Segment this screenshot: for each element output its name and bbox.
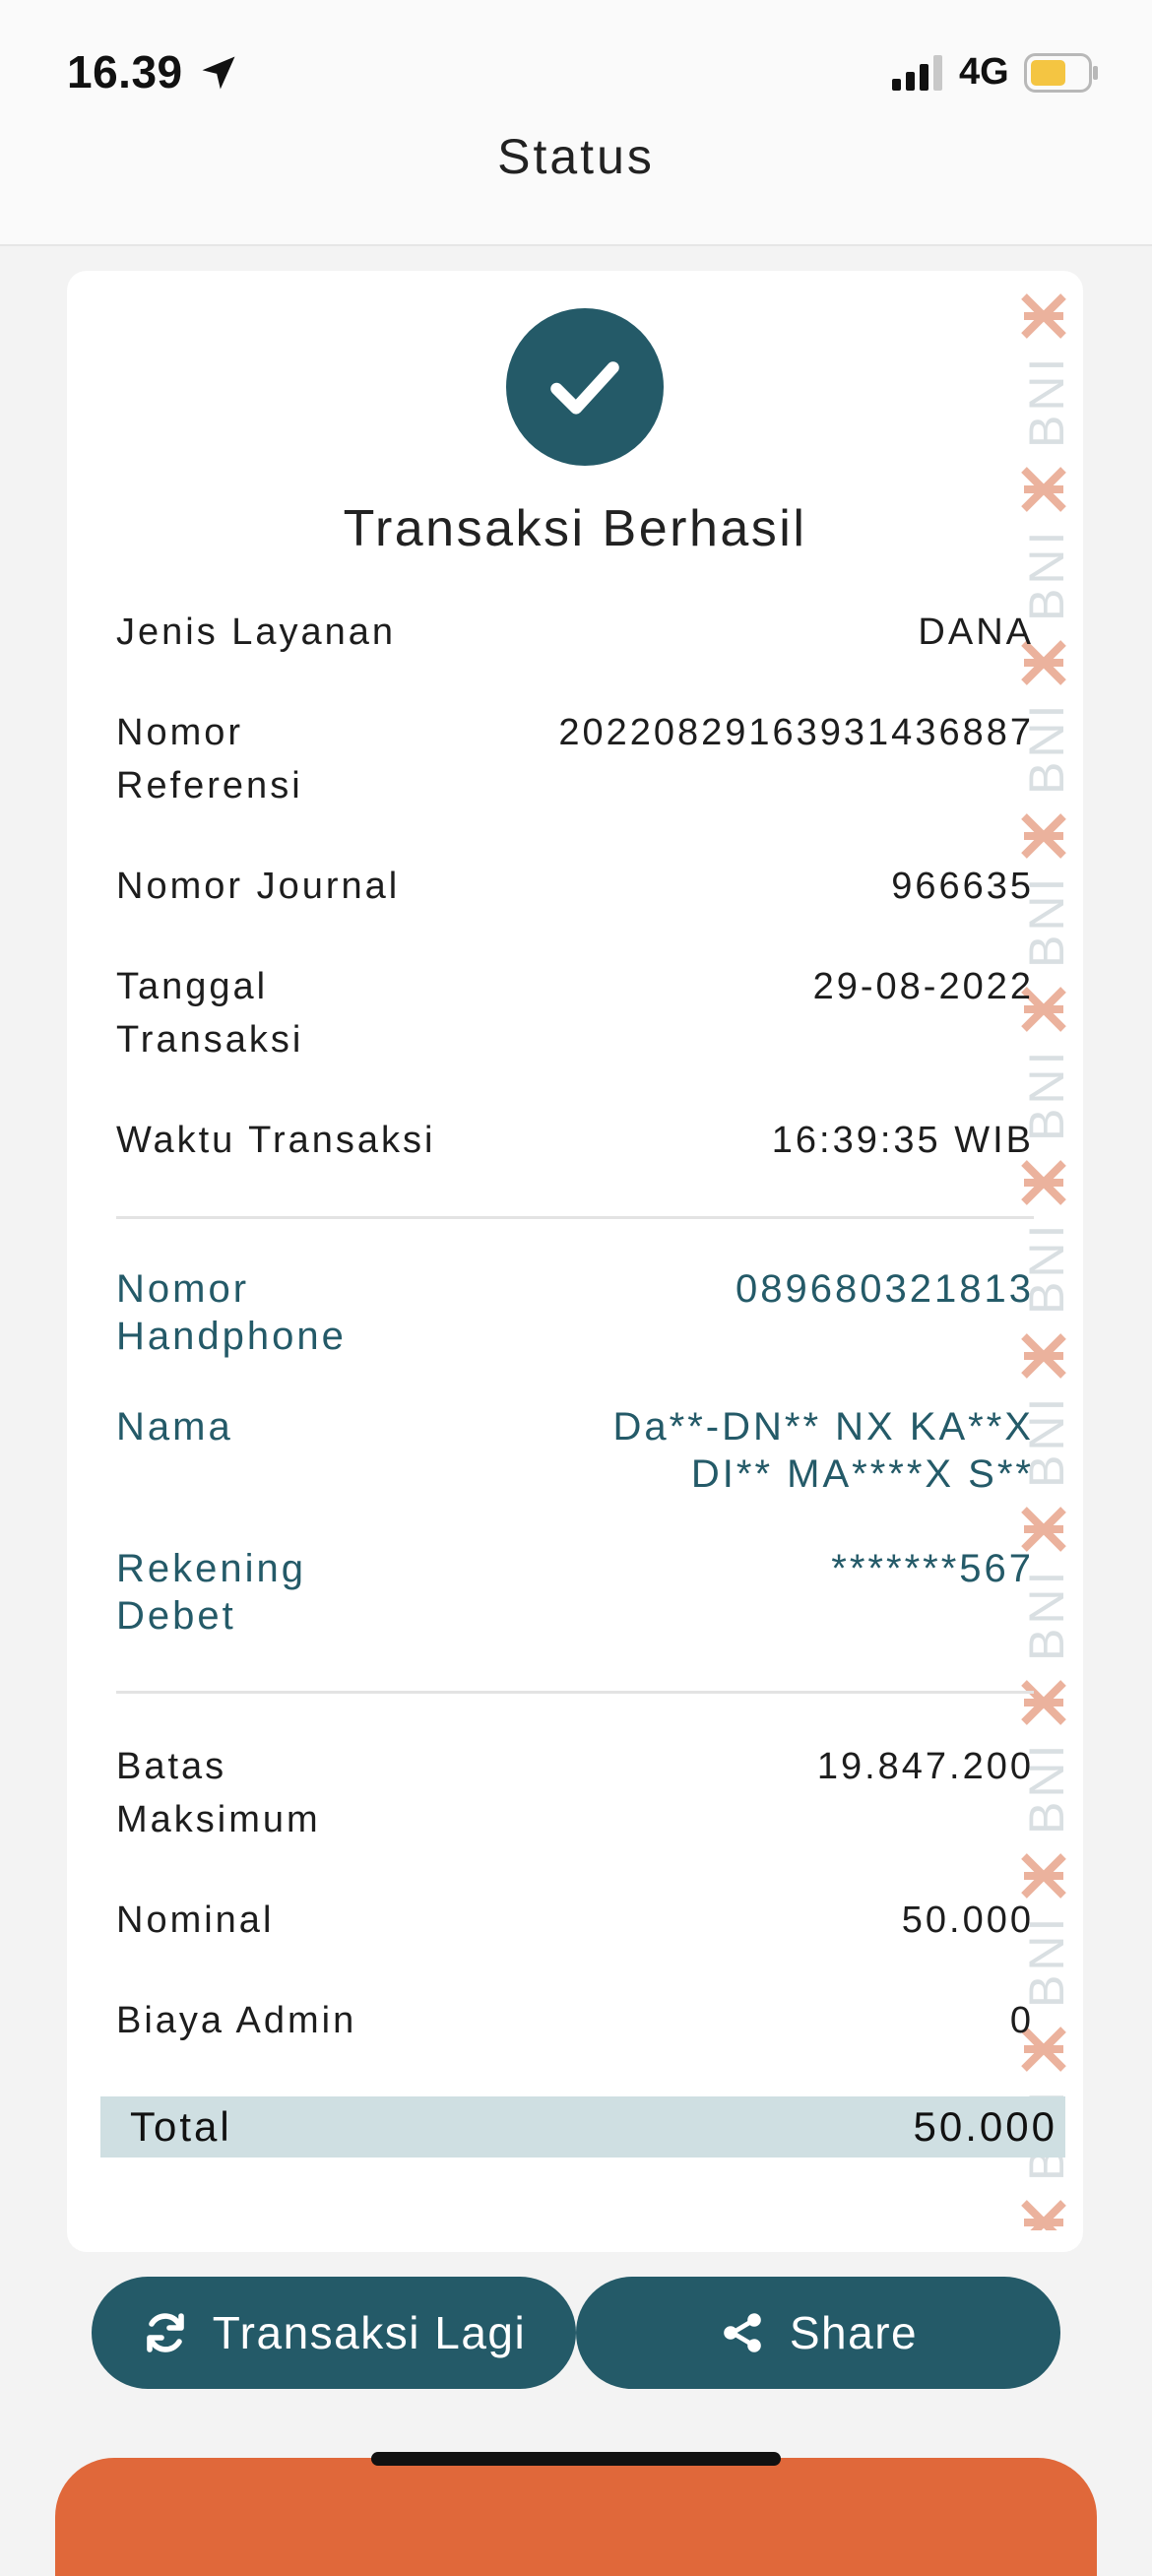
nav-bar: Status xyxy=(0,128,1152,246)
watermark-motif xyxy=(1021,1507,1066,1552)
divider xyxy=(116,1216,1034,1219)
detail-value: 16:39:35 WIB xyxy=(771,1120,1034,1161)
amount-row-admin-fee: Biaya Admin 0 xyxy=(116,1994,1034,2047)
watermark-text: BNI xyxy=(1019,354,1074,448)
customer-row-account: Rekening Debet *******567 xyxy=(116,1545,1034,1640)
detail-label: Nomor Journal xyxy=(116,866,401,907)
customer-value: *******567 xyxy=(831,1547,1034,1590)
divider xyxy=(116,1691,1034,1694)
status-bar: 16.39 4G xyxy=(0,0,1152,128)
total-row: Total 50.000 xyxy=(100,2096,1065,2157)
customer-row-name: Nama Da**-DN** NX KA**X DI** MA****X S** xyxy=(116,1403,1034,1498)
amount-value: 0 xyxy=(1009,2000,1034,2041)
customer-label: Rekening Debet xyxy=(116,1547,307,1638)
watermark-motif xyxy=(1021,1853,1066,1899)
cellular-signal-icon xyxy=(892,55,942,91)
bottom-action-bar[interactable] xyxy=(55,2458,1097,2576)
customer-value: Da**-DN** NX KA**X DI** MA****X S** xyxy=(612,1405,1034,1496)
detail-value: 20220829163931436887 xyxy=(558,712,1034,753)
transaction-again-button[interactable]: Transaksi Lagi xyxy=(92,2277,576,2389)
status-time: 16.39 xyxy=(67,46,183,97)
detail-value: DANA xyxy=(918,612,1034,653)
home-indicator xyxy=(371,2452,781,2466)
amount-value: 50.000 xyxy=(901,1900,1034,1941)
transaction-status-title: Transaksi Berhasil xyxy=(343,500,807,557)
detail-label: Tanggal Transaksi xyxy=(116,966,304,1061)
watermark-motif xyxy=(1021,1680,1066,1725)
amount-row-limit: Batas Maksimum 19.847.200 xyxy=(116,1740,1034,1846)
detail-row-reference: Nomor Referensi 20220829163931436887 xyxy=(116,706,1034,812)
share-icon xyxy=(719,2309,766,2356)
watermark-unit: BNI xyxy=(1021,2200,1066,2230)
customer-label: Nama xyxy=(116,1405,233,1449)
customer-row-phone: Nomor Handphone 089680321813 xyxy=(116,1265,1034,1360)
share-label: Share xyxy=(789,2307,919,2358)
amount-row-nominal: Nominal 50.000 xyxy=(116,1894,1034,1947)
detail-label: Jenis Layanan xyxy=(116,612,397,653)
page-title: Status xyxy=(497,129,655,184)
location-arrow-icon xyxy=(202,56,235,90)
watermark-motif xyxy=(1021,813,1066,859)
success-check-icon xyxy=(506,308,664,466)
refresh-icon xyxy=(142,2309,189,2356)
receipt-card: BNIBNIBNIBNIBNIBNIBNIBNIBNIBNIBNIBNI Tra… xyxy=(67,271,1083,2252)
watermark-motif xyxy=(1021,293,1066,339)
detail-value: 29-08-2022 xyxy=(812,966,1034,1007)
customer-value: 089680321813 xyxy=(736,1267,1034,1311)
share-button[interactable]: Share xyxy=(576,2277,1060,2389)
amount-label: Batas Maksimum xyxy=(116,1746,321,1840)
watermark-motif xyxy=(1021,1160,1066,1205)
amount-label: Biaya Admin xyxy=(116,2000,357,2041)
customer-label: Nomor Handphone xyxy=(116,1267,347,1358)
detail-row-time: Waktu Transaksi 16:39:35 WIB xyxy=(116,1114,1034,1167)
detail-row-journal: Nomor Journal 966635 xyxy=(116,860,1034,913)
amount-label: Nominal xyxy=(116,1900,275,1941)
detail-row-service: Jenis Layanan DANA xyxy=(116,606,1034,659)
transaction-again-label: Transaksi Lagi xyxy=(212,2307,527,2358)
total-value: 50.000 xyxy=(913,2103,1057,2150)
battery-icon xyxy=(1024,53,1098,93)
total-label: Total xyxy=(130,2103,232,2150)
watermark-motif xyxy=(1021,2200,1066,2230)
watermark-unit: BNI xyxy=(1019,293,1074,448)
detail-label: Waktu Transaksi xyxy=(116,1120,436,1161)
detail-label: Nomor Referensi xyxy=(116,712,303,806)
detail-row-date: Tanggal Transaksi 29-08-2022 xyxy=(116,960,1034,1066)
amount-value: 19.847.200 xyxy=(816,1746,1034,1787)
detail-value: 966635 xyxy=(891,866,1034,907)
network-type: 4G xyxy=(959,51,1009,93)
